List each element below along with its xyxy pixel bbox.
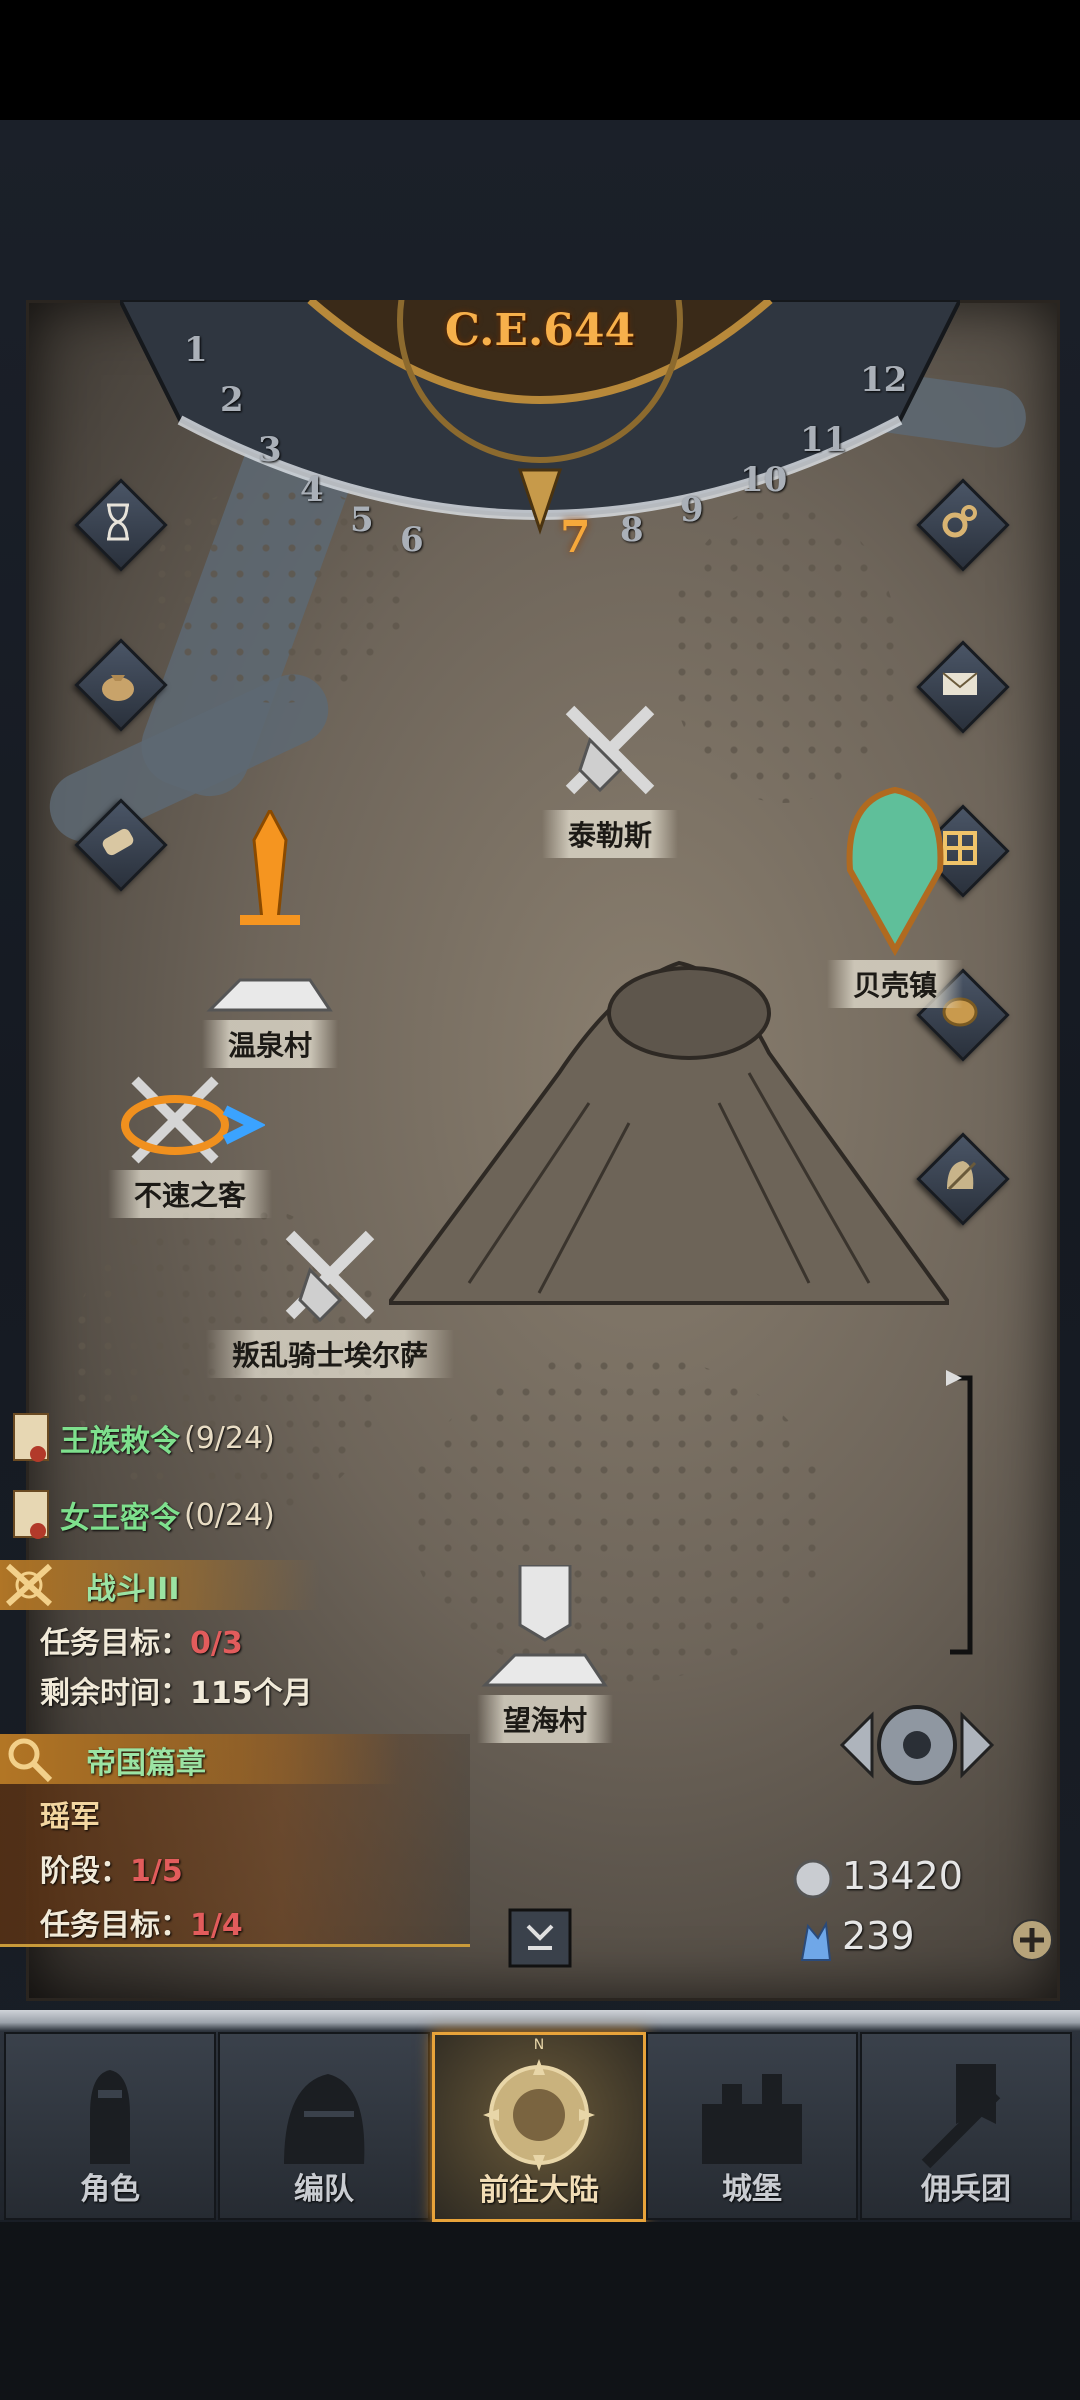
location-seaview[interactable]: 望海村	[440, 1565, 650, 1743]
quest-royal-order[interactable]: 王族敕令 (9/24)	[0, 1410, 275, 1466]
nav-mercenary[interactable]: 佣兵团	[860, 2032, 1072, 2220]
month-number[interactable]: 3	[258, 430, 282, 470]
location-label: 不速之客	[107, 1170, 272, 1218]
castle-icon	[702, 2074, 802, 2164]
location-label: 望海村	[476, 1695, 613, 1743]
scroll-button[interactable]	[74, 798, 168, 892]
quest-title: 女王密令	[60, 1501, 180, 1536]
current-month: 7	[560, 512, 591, 563]
add-crystal-button[interactable]	[1010, 1918, 1054, 1962]
mail-button[interactable]	[916, 640, 1010, 734]
locate-button[interactable]	[832, 1690, 1002, 1800]
stage-value: 1/5	[130, 1854, 183, 1889]
quest-queen-order[interactable]: 女王密令 (0/24)	[0, 1487, 275, 1543]
goal-label: 任务目标：	[40, 1626, 190, 1661]
crossed-swords-icon	[565, 705, 655, 795]
village-house-icon	[481, 1653, 608, 1687]
knight-helmet-icon	[947, 1161, 977, 1191]
crystal-icon	[800, 1920, 832, 1961]
goal-value: 1/4	[190, 1908, 243, 1943]
knight-button[interactable]	[916, 1132, 1010, 1226]
banner-sword-icon	[921, 2064, 1001, 2169]
month-number[interactable]: 5	[350, 500, 374, 540]
location-tailes[interactable]: 泰勒斯	[480, 690, 740, 858]
nav-label: 编队	[294, 2172, 354, 2207]
scroll-seal-icon	[13, 1490, 49, 1539]
nav-continent[interactable]: N 前往大陆	[432, 2032, 646, 2222]
money-bag-icon	[102, 675, 134, 701]
crossed-swords-icon	[5, 1563, 53, 1607]
month-number[interactable]: 8	[620, 510, 644, 550]
crossed-swords-icon	[285, 1230, 375, 1323]
collapse-button[interactable]	[508, 1908, 572, 1968]
scroll-seal-icon	[13, 1413, 49, 1462]
shield-marker-icon	[846, 786, 944, 957]
location-hot-spring[interactable]: 温泉村	[150, 810, 390, 1068]
year-label: C.E.644	[444, 305, 636, 356]
envelope-icon	[942, 672, 978, 695]
zoom-slider[interactable]	[940, 1370, 980, 1660]
time-value: 115个月	[190, 1676, 313, 1711]
location-label: 贝壳镇	[826, 960, 963, 1008]
battle-quest-title: 战斗III	[86, 1572, 180, 1607]
location-uninvited[interactable]: 不速之客	[60, 1070, 320, 1218]
flag-marker-icon	[518, 1565, 572, 1642]
hourglass-icon	[107, 503, 129, 541]
nav-character[interactable]: 角色	[4, 2032, 216, 2220]
silver-coin-icon	[793, 1859, 833, 1899]
location-label: 泰勒斯	[541, 810, 678, 858]
bag-button[interactable]	[74, 638, 168, 732]
goal-value: 0/3	[190, 1626, 243, 1661]
compass-map-icon	[483, 2059, 595, 2171]
nav-label: 角色	[80, 2172, 140, 2207]
nav-label: 前往大陆	[479, 2173, 599, 2208]
stage-label: 阶段：	[40, 1854, 130, 1889]
location-shell-town[interactable]: 贝壳镇	[790, 780, 1000, 1008]
location-label: 叛乱骑士埃尔萨	[205, 1330, 454, 1378]
goal-label: 任务目标：	[40, 1908, 190, 1943]
location-rebel-knight[interactable]: 叛乱骑士埃尔萨	[180, 1220, 480, 1378]
month-number[interactable]: 12	[860, 360, 907, 400]
settings-button[interactable]	[916, 478, 1010, 572]
scroll-icon	[102, 828, 134, 856]
month-number[interactable]: 1	[184, 330, 208, 370]
hourglass-button[interactable]	[74, 478, 168, 572]
quest-title: 王族敕令	[60, 1424, 180, 1459]
empire-quest-subtitle: 瑶军	[40, 1800, 100, 1835]
orange-sword-marker-icon	[240, 810, 300, 925]
battle-goal: 任务目标：0/3	[40, 1618, 243, 1662]
compass-north: N	[533, 2037, 545, 2053]
empire-goal: 任务目标：1/4	[40, 1900, 243, 1944]
empire-quest-title: 帝国篇章	[86, 1746, 206, 1781]
location-label: 温泉村	[201, 1020, 338, 1068]
nav-castle[interactable]: 城堡	[646, 2032, 858, 2220]
crystal-amount: 239	[842, 1914, 915, 1958]
month-number[interactable]: 2	[220, 380, 244, 420]
battle-time: 剩余时间：115个月	[40, 1668, 313, 1712]
knight-helmet-icon	[284, 2074, 365, 2164]
month-number[interactable]: 4	[300, 470, 324, 510]
bottom-frame	[0, 2222, 1080, 2400]
empire-stage: 阶段：1/5	[40, 1846, 183, 1890]
quest-progress: (0/24)	[184, 1497, 275, 1533]
time-label: 剩余时间：	[40, 1676, 190, 1711]
battle-target-icon	[121, 1076, 265, 1164]
status-bar	[0, 0, 1080, 120]
gear-icon	[942, 505, 977, 538]
month-number[interactable]: 9	[680, 490, 704, 530]
silver-amount: 13420	[842, 1854, 963, 1898]
nav-label: 城堡	[722, 2172, 782, 2207]
nav-team[interactable]: 编队	[218, 2032, 430, 2220]
month-number[interactable]: 6	[400, 520, 424, 560]
armored-knight-icon	[90, 2070, 130, 2164]
month-number[interactable]: 10	[740, 460, 787, 500]
month-number[interactable]: 11	[800, 420, 847, 460]
magnifier-icon	[8, 1738, 53, 1783]
quest-progress: (9/24)	[184, 1420, 275, 1456]
nav-label: 佣兵团	[921, 2172, 1011, 2207]
village-house-icon	[206, 978, 333, 1012]
